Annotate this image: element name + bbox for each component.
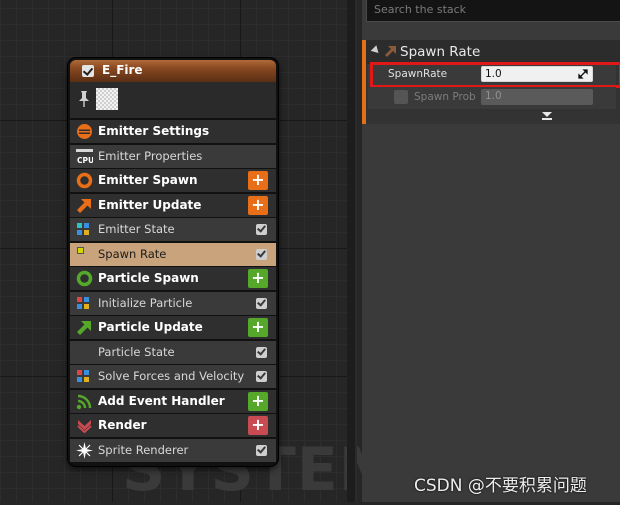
cpu-icon: CPU: [76, 148, 94, 165]
stack-row-label: Emitter Properties: [98, 148, 203, 163]
advanced-expand-bar: [542, 118, 552, 120]
emitter-node-header[interactable]: E_Fire: [70, 60, 276, 82]
dots-icon: [76, 221, 93, 238]
stack-row-sprite-renderer[interactable]: Sprite Renderer: [70, 438, 276, 462]
enable-checkbox[interactable]: [256, 346, 267, 358]
panel-divider[interactable]: [347, 0, 355, 502]
ring-icon: [76, 270, 93, 287]
enable-checkbox[interactable]: [256, 224, 267, 235]
square-icon: [76, 246, 93, 263]
dots-icon: [76, 368, 93, 385]
advanced-expand-icon[interactable]: [542, 112, 552, 117]
stack-row-label: Emitter Spawn: [98, 173, 198, 187]
add-module-button[interactable]: +: [248, 318, 268, 337]
chevron-down-icon: [76, 417, 93, 434]
stack-row-label: Particle State: [98, 344, 175, 359]
pin-icon[interactable]: [78, 90, 90, 108]
stack-row-label: Solve Forces and Velocity: [98, 369, 245, 383]
stack-row-label: Particle Update: [98, 320, 203, 334]
add-module-button[interactable]: +: [248, 416, 268, 435]
stack-row-label: Sprite Renderer: [98, 442, 189, 457]
param-row-spawnrate: SpawnRate 1.0: [368, 62, 620, 88]
emitter-node[interactable]: E_Fire Emitter Settings CPU Emitter Proper…: [68, 58, 278, 466]
stack-row-emitter-settings[interactable]: Emitter Settings: [70, 120, 276, 143]
module-title: Spawn Rate: [400, 44, 481, 60]
emitter-thumbnail[interactable]: [96, 88, 118, 110]
enable-checkbox[interactable]: [256, 371, 267, 382]
sparkle-icon: [76, 441, 93, 459]
spawnprob-checkbox[interactable]: [394, 90, 408, 104]
dots-icon: [76, 295, 93, 312]
emitter-title: E_Fire: [102, 63, 143, 77]
stack-row-spawn-rate[interactable]: Spawn Rate: [70, 242, 276, 266]
spawnprob-value-input[interactable]: 1.0: [481, 89, 593, 105]
emitter-settings-icon: [76, 123, 93, 140]
stack-row-emitter-update[interactable]: Emitter Update +: [70, 193, 276, 217]
stack-row-emitter-state[interactable]: Emitter State: [70, 218, 276, 241]
stack-row-label: Emitter Update: [98, 197, 202, 212]
emitter-thumbnail-row: [70, 82, 276, 118]
stack-row-label: Particle Spawn: [98, 271, 199, 285]
graph-canvas[interactable]: SYSTEM E_Fire Emitter Settings CPU Emitter…: [0, 0, 399, 502]
stack-row-render[interactable]: Render +: [70, 414, 276, 437]
stack-search-input[interactable]: Search the stack: [366, 0, 620, 22]
panel-divider-line: [355, 0, 357, 502]
stack-row-label: Initialize Particle: [98, 295, 193, 310]
stack-row-particle-state[interactable]: Particle State: [70, 340, 276, 364]
stack-row-initialize-particle[interactable]: Initialize Particle: [70, 291, 276, 315]
enable-checkbox[interactable]: [256, 444, 267, 456]
spawnrate-value-input[interactable]: 1.0: [481, 66, 593, 82]
spawnprob-value: 1.0: [485, 90, 502, 102]
emitter-enable-checkbox[interactable]: [82, 65, 94, 77]
param-label-spawnrate: SpawnRate: [388, 68, 448, 80]
stack-row-solve-forces-and-velocity[interactable]: Solve Forces and Velocity: [70, 365, 276, 388]
stack-row-label: Add Event Handler: [98, 393, 225, 408]
param-label-spawnprob: Spawn Prob: [414, 91, 476, 103]
expand-icon[interactable]: [578, 69, 588, 79]
signal-icon: [76, 393, 93, 410]
stack-row-label: Emitter State: [98, 222, 175, 236]
spawnrate-value: 1.0: [485, 68, 502, 80]
module-header[interactable]: Spawn Rate: [366, 40, 620, 64]
selection-stack-panel: Search the stack Spawn Rate SpawnRate 1.…: [362, 0, 620, 502]
stack-row-particle-spawn[interactable]: Particle Spawn +: [70, 267, 276, 290]
stack-row-emitter-properties[interactable]: CPU Emitter Properties: [70, 144, 276, 168]
add-module-button[interactable]: +: [248, 269, 268, 288]
arrow-up-right-icon: [76, 197, 93, 214]
enable-checkbox[interactable]: [256, 248, 267, 260]
arrow-up-right-icon: [76, 319, 93, 336]
arrow-up-right-icon: [385, 46, 396, 57]
stack-row-particle-update[interactable]: Particle Update +: [70, 316, 276, 339]
stack-row-label: Emitter Settings: [98, 124, 210, 138]
add-module-button[interactable]: +: [248, 195, 268, 215]
collapse-arrow-icon[interactable]: [370, 45, 382, 56]
add-module-button[interactable]: +: [248, 171, 268, 190]
stack-row-add-event-handler[interactable]: Add Event Handler +: [70, 389, 276, 413]
add-module-button[interactable]: +: [248, 391, 268, 411]
stack-row-label: Spawn Rate: [98, 246, 167, 261]
svg-text:CPU: CPU: [77, 156, 93, 165]
ring-icon: [76, 172, 93, 189]
csdn-watermark: CSDN @不要积累问题: [414, 476, 587, 496]
stack-row-emitter-spawn[interactable]: Emitter Spawn +: [70, 169, 276, 192]
enable-checkbox[interactable]: [256, 297, 267, 309]
stack-row-label: Render: [98, 418, 147, 432]
param-row-spawnprob: Spawn Prob 1.0: [368, 87, 616, 109]
